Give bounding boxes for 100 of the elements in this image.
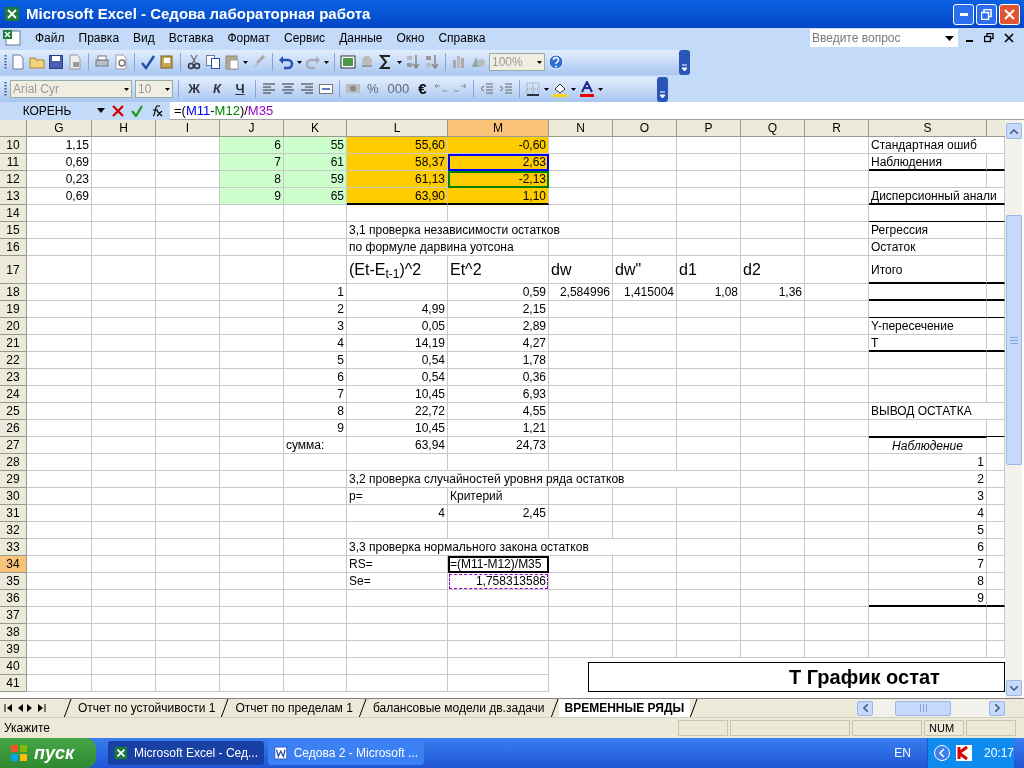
empty-cell[interactable]: [805, 239, 869, 256]
empty-cell[interactable]: [448, 522, 549, 539]
empty-cell[interactable]: [92, 352, 156, 369]
dropdown-icon[interactable]: [124, 87, 129, 91]
empty-cell[interactable]: [284, 675, 347, 692]
empty-cell[interactable]: [92, 171, 156, 188]
row-header[interactable]: 30: [0, 488, 27, 505]
cut-icon[interactable]: [186, 54, 202, 70]
borders-icon[interactable]: [524, 81, 541, 97]
empty-cell[interactable]: [92, 239, 156, 256]
empty-cell[interactable]: [92, 454, 156, 471]
empty-cell[interactable]: [156, 284, 220, 301]
empty-cell[interactable]: [549, 607, 613, 624]
percent-button[interactable]: %: [364, 79, 382, 99]
row-header[interactable]: 33: [0, 539, 27, 556]
dropdown-icon[interactable]: [543, 87, 549, 91]
empty-cell[interactable]: [677, 318, 741, 335]
empty-cell[interactable]: [92, 205, 156, 222]
empty-cell[interactable]: [677, 171, 741, 188]
empty-cell[interactable]: [677, 301, 741, 318]
empty-cell[interactable]: [869, 624, 987, 641]
empty-cell[interactable]: [741, 522, 805, 539]
empty-cell[interactable]: [347, 607, 448, 624]
empty-cell[interactable]: [156, 522, 220, 539]
empty-cell[interactable]: [448, 590, 549, 607]
merge-center-icon[interactable]: [318, 81, 334, 97]
empty-cell[interactable]: [741, 488, 805, 505]
empty-cell[interactable]: [220, 239, 284, 256]
enter-icon[interactable]: [131, 104, 143, 117]
empty-cell[interactable]: [549, 403, 613, 420]
align-right-icon[interactable]: [299, 81, 315, 97]
outdent-icon[interactable]: [478, 81, 495, 97]
empty-cell[interactable]: [741, 301, 805, 318]
empty-cell[interactable]: [92, 471, 156, 488]
empty-cell[interactable]: [677, 386, 741, 403]
empty-cell[interactable]: [92, 154, 156, 171]
empty-cell[interactable]: [549, 488, 613, 505]
empty-cell[interactable]: [284, 239, 347, 256]
font-color-icon[interactable]: [578, 81, 595, 97]
help-icon[interactable]: [548, 54, 564, 70]
empty-cell[interactable]: [677, 369, 741, 386]
empty-cell[interactable]: [156, 675, 220, 692]
row-header[interactable]: 10: [0, 137, 27, 154]
empty-cell[interactable]: [549, 386, 613, 403]
empty-cell[interactable]: [284, 641, 347, 658]
empty-cell[interactable]: [677, 222, 741, 239]
empty-cell[interactable]: [448, 205, 549, 222]
empty-cell[interactable]: [92, 335, 156, 352]
row-header[interactable]: 16: [0, 239, 27, 256]
row-header[interactable]: 13: [0, 188, 27, 205]
empty-cell[interactable]: [156, 386, 220, 403]
menu-item[interactable]: Окно: [389, 29, 432, 47]
empty-cell[interactable]: [284, 539, 347, 556]
menu-item[interactable]: Формат: [220, 29, 278, 47]
empty-cell[interactable]: [869, 641, 987, 658]
empty-cell[interactable]: [284, 505, 347, 522]
menu-item[interactable]: Вид: [126, 29, 162, 47]
empty-cell[interactable]: [613, 403, 677, 420]
empty-cell[interactable]: [220, 284, 284, 301]
row-header[interactable]: 36: [0, 590, 27, 607]
empty-cell[interactable]: [805, 205, 869, 222]
empty-cell[interactable]: [156, 624, 220, 641]
empty-cell[interactable]: [220, 590, 284, 607]
scroll-up-button[interactable]: [1005, 123, 1022, 139]
select-all-button[interactable]: [0, 120, 27, 137]
empty-cell[interactable]: [220, 256, 284, 284]
empty-cell[interactable]: [677, 522, 741, 539]
menu-item[interactable]: Сервис: [277, 29, 333, 47]
empty-cell[interactable]: [549, 335, 613, 352]
empty-cell[interactable]: [92, 137, 156, 154]
empty-cell[interactable]: [347, 641, 448, 658]
empty-cell[interactable]: [805, 256, 869, 284]
empty-cell[interactable]: [741, 471, 805, 488]
restore-button[interactable]: [976, 3, 997, 25]
empty-cell[interactable]: [805, 641, 869, 658]
empty-cell[interactable]: [220, 658, 284, 675]
empty-cell[interactable]: [677, 137, 741, 154]
empty-cell[interactable]: [156, 222, 220, 239]
empty-cell[interactable]: [156, 369, 220, 386]
empty-cell[interactable]: [677, 607, 741, 624]
new-document-icon[interactable]: [10, 54, 26, 70]
empty-cell[interactable]: [347, 658, 448, 675]
column-header[interactable]: I: [156, 120, 220, 137]
align-center-icon[interactable]: [280, 81, 296, 97]
empty-cell[interactable]: [220, 675, 284, 692]
empty-cell[interactable]: [869, 369, 987, 386]
row-header[interactable]: 29: [0, 471, 27, 488]
empty-cell[interactable]: [156, 471, 220, 488]
empty-cell[interactable]: [805, 573, 869, 590]
empty-cell[interactable]: [613, 641, 677, 658]
empty-cell[interactable]: [156, 658, 220, 675]
last-sheet-icon[interactable]: [37, 704, 46, 712]
save-icon[interactable]: [48, 54, 64, 70]
empty-cell[interactable]: [741, 239, 805, 256]
empty-cell[interactable]: [549, 641, 613, 658]
empty-cell[interactable]: [549, 454, 613, 471]
empty-cell[interactable]: [869, 607, 987, 624]
empty-cell[interactable]: [284, 256, 347, 284]
empty-cell[interactable]: [284, 590, 347, 607]
empty-cell[interactable]: [156, 318, 220, 335]
